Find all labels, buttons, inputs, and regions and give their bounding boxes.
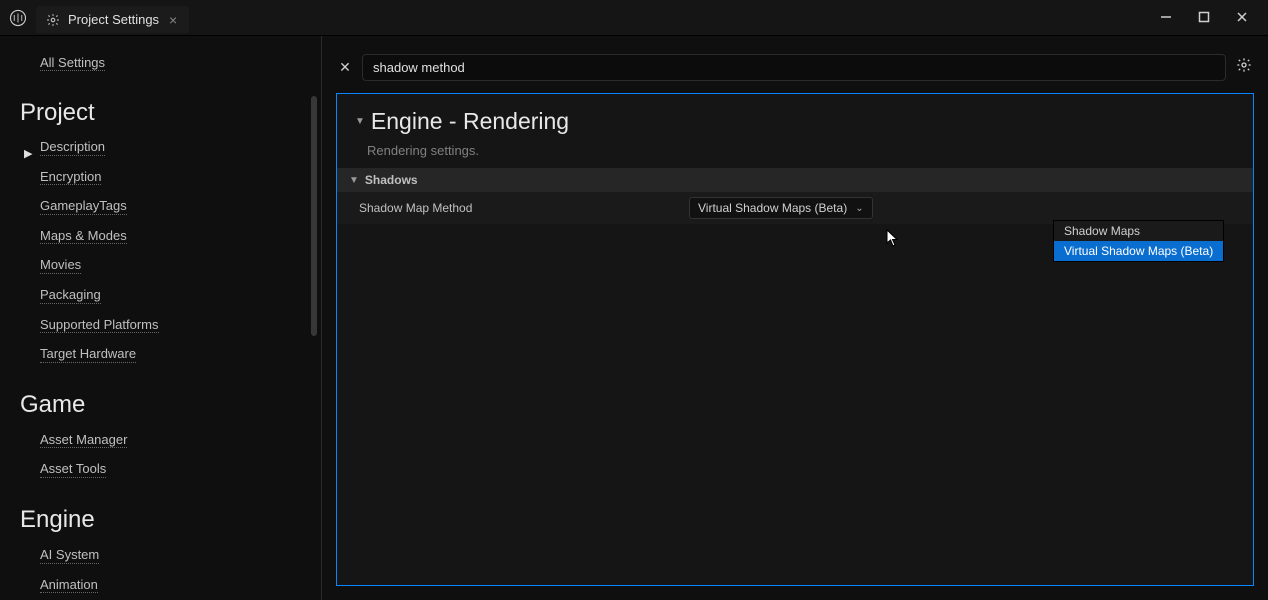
minimize-button[interactable] bbox=[1156, 10, 1176, 26]
settings-panel: ▼ Engine - Rendering Rendering settings.… bbox=[336, 93, 1254, 586]
dropdown-option-virtual-shadow-maps[interactable]: Virtual Shadow Maps (Beta) bbox=[1054, 241, 1223, 261]
sidebar-item-packaging[interactable]: Packaging bbox=[40, 287, 101, 304]
dropdown-option-shadow-maps[interactable]: Shadow Maps bbox=[1054, 221, 1223, 241]
tab-title: Project Settings bbox=[68, 12, 159, 27]
sidebar-item-target-hardware[interactable]: Target Hardware bbox=[40, 346, 136, 363]
shadow-map-method-dropdown[interactable]: Virtual Shadow Maps (Beta) ⌄ bbox=[689, 197, 873, 219]
sidebar-item-supported-platforms[interactable]: Supported Platforms bbox=[40, 317, 159, 334]
window-controls bbox=[1156, 10, 1260, 26]
panel-subtitle: Rendering settings. bbox=[337, 143, 1253, 168]
section-title-project: Project bbox=[20, 99, 301, 127]
section-title-engine: Engine bbox=[20, 506, 301, 534]
sidebar-item-animation[interactable]: Animation bbox=[40, 577, 98, 594]
scrollbar[interactable] bbox=[311, 96, 317, 336]
chevron-down-icon: ⌄ bbox=[855, 203, 863, 214]
close-button[interactable] bbox=[1232, 10, 1252, 26]
sidebar-item-ai-system[interactable]: AI System bbox=[40, 547, 99, 564]
gear-icon[interactable] bbox=[1234, 57, 1254, 78]
chevron-down-icon: ▼ bbox=[349, 175, 359, 186]
sidebar-item-asset-tools[interactable]: Asset Tools bbox=[40, 461, 106, 478]
sidebar: All Settings Project ▶Description Encryp… bbox=[0, 36, 322, 600]
dropdown-value: Virtual Shadow Maps (Beta) bbox=[698, 201, 847, 215]
sidebar-item-encryption[interactable]: Encryption bbox=[40, 169, 101, 186]
content-area: ✕ ▼ Engine - Rendering Rendering setting… bbox=[322, 36, 1268, 600]
sidebar-item-description[interactable]: Description bbox=[40, 139, 105, 156]
group-label: Shadows bbox=[365, 173, 418, 187]
titlebar: Project Settings × bbox=[0, 0, 1268, 36]
chevron-down-icon[interactable]: ▼ bbox=[355, 116, 365, 127]
section-title-game: Game bbox=[20, 391, 301, 419]
clear-search-icon[interactable]: ✕ bbox=[336, 59, 354, 76]
sidebar-item-gameplaytags[interactable]: GameplayTags bbox=[40, 198, 127, 215]
chevron-right-icon: ▶ bbox=[24, 147, 38, 160]
sidebar-item-movies[interactable]: Movies bbox=[40, 257, 81, 274]
close-icon[interactable]: × bbox=[167, 13, 179, 27]
property-label: Shadow Map Method bbox=[349, 201, 689, 215]
sidebar-item-all-settings[interactable]: All Settings bbox=[40, 55, 105, 71]
dropdown-menu: Shadow Maps Virtual Shadow Maps (Beta) bbox=[1053, 220, 1224, 262]
group-header-shadows[interactable]: ▼ Shadows bbox=[337, 168, 1253, 192]
sidebar-item-asset-manager[interactable]: Asset Manager bbox=[40, 432, 127, 449]
search-input[interactable] bbox=[362, 54, 1226, 81]
maximize-button[interactable] bbox=[1194, 10, 1214, 26]
property-row-shadow-map-method: Shadow Map Method Virtual Shadow Maps (B… bbox=[337, 192, 1253, 225]
tab-project-settings[interactable]: Project Settings × bbox=[36, 6, 189, 33]
panel-title: Engine - Rendering bbox=[371, 108, 569, 135]
sidebar-item-maps-modes[interactable]: Maps & Modes bbox=[40, 228, 127, 245]
ue-logo-icon bbox=[8, 8, 28, 28]
settings-gear-icon bbox=[46, 13, 60, 27]
